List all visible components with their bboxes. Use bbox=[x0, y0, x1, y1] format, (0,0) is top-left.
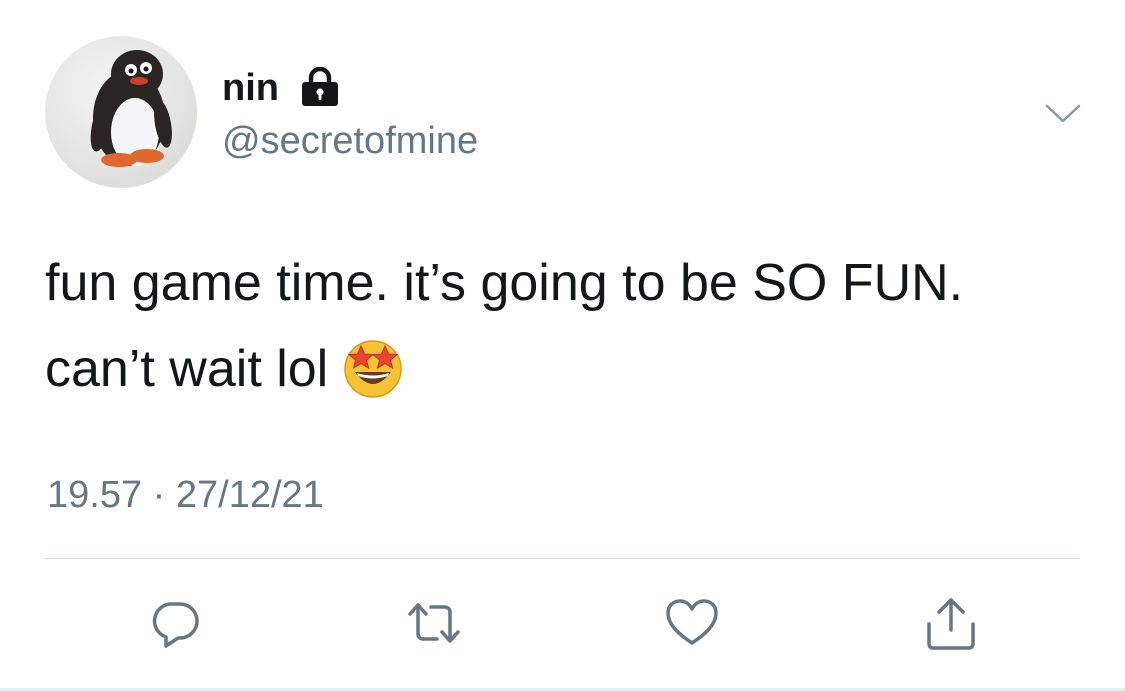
tweet-time: 19.57 bbox=[47, 474, 143, 516]
like-button[interactable] bbox=[661, 592, 723, 654]
retweet-icon bbox=[408, 603, 460, 643]
share-button[interactable] bbox=[920, 592, 982, 654]
tweet-text: fun game time. it’s going to be SO FUN. … bbox=[45, 240, 1075, 412]
reply-button[interactable] bbox=[144, 592, 206, 654]
penguin-avatar-icon bbox=[90, 50, 172, 167]
meta-separator: · bbox=[152, 474, 166, 516]
tweet-timestamp[interactable]: 19.57 · 27/12/21 bbox=[47, 470, 324, 520]
tweet-date: 27/12/21 bbox=[175, 474, 324, 516]
display-name[interactable]: nin bbox=[222, 66, 279, 110]
star-struck-emoji-icon bbox=[344, 340, 402, 398]
retweet-button[interactable] bbox=[403, 592, 465, 654]
reply-icon bbox=[152, 602, 199, 648]
tweet-body: fun game time. it’s going to be SO FUN. … bbox=[45, 254, 964, 398]
avatar[interactable] bbox=[45, 36, 197, 188]
chevron-down-icon[interactable] bbox=[1043, 100, 1083, 126]
heart-icon bbox=[666, 599, 718, 645]
share-icon bbox=[927, 598, 975, 650]
lock-icon bbox=[302, 67, 338, 106]
handle[interactable]: @secretofmine bbox=[222, 118, 478, 164]
divider bbox=[45, 558, 1080, 559]
tweet-card: nin @secretofmine fun game time. it’s go… bbox=[0, 0, 1125, 691]
